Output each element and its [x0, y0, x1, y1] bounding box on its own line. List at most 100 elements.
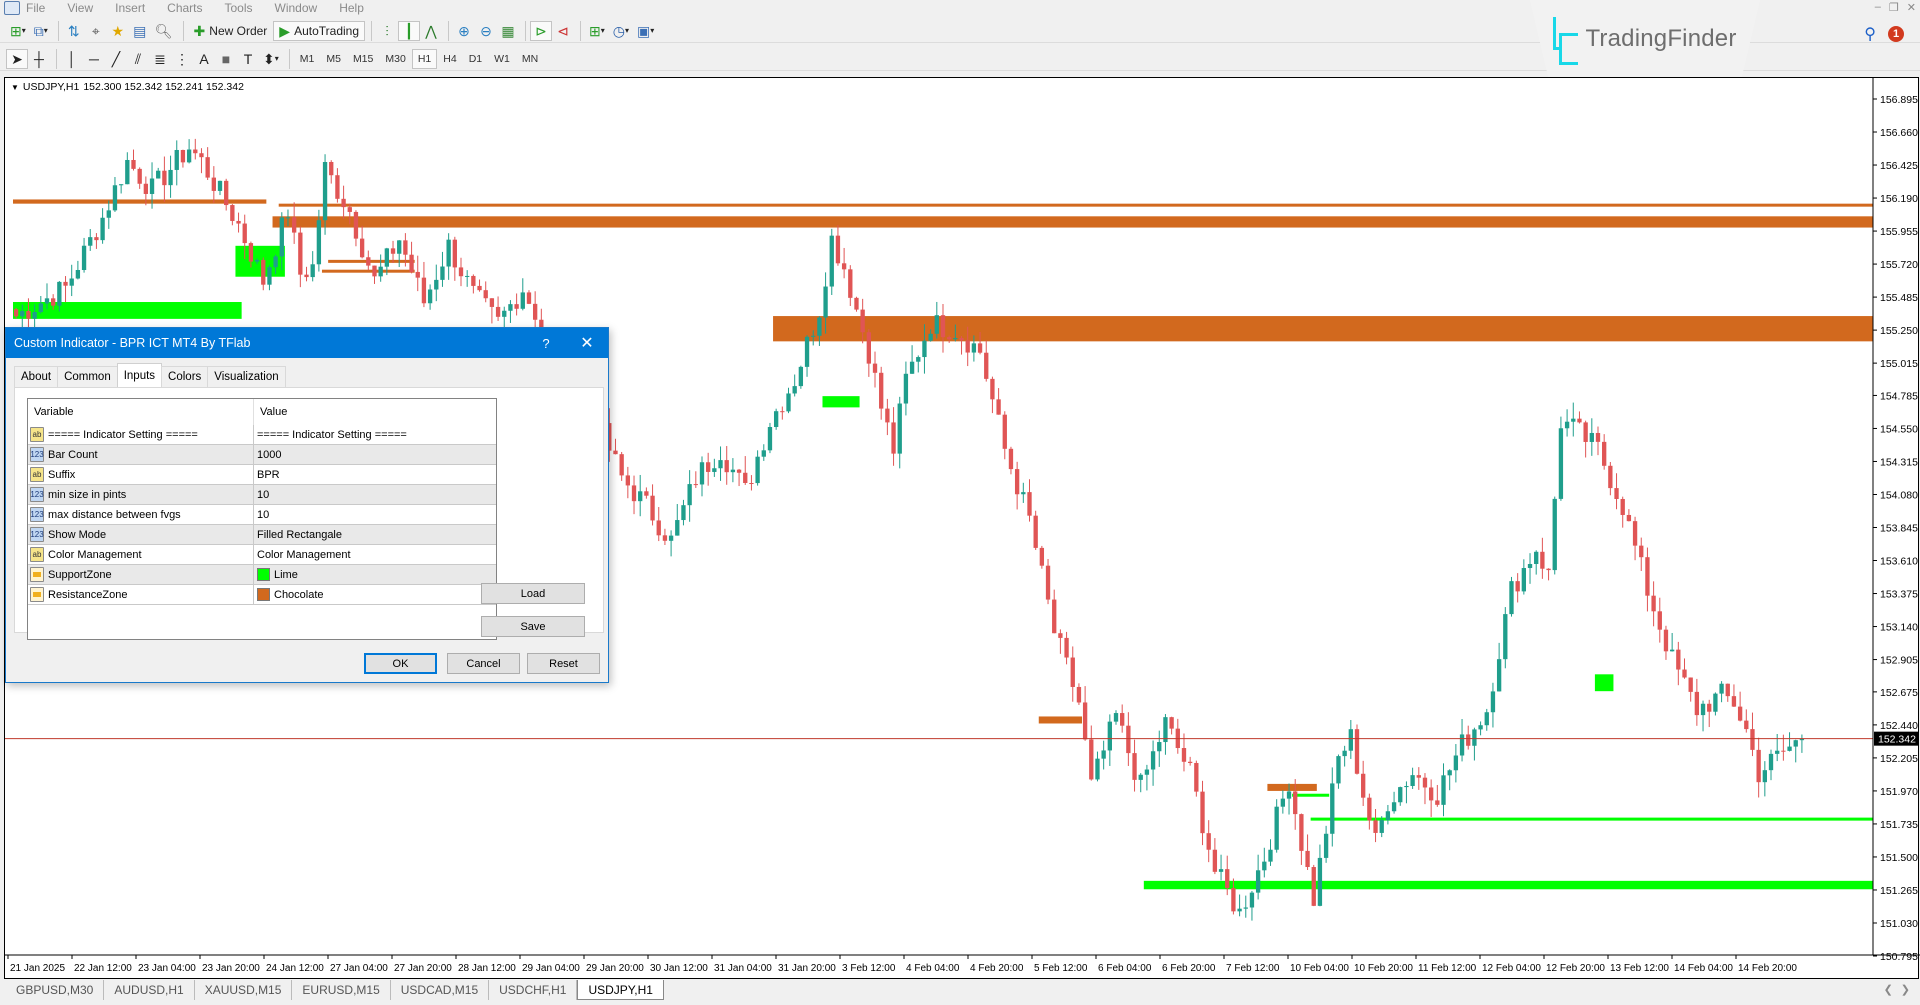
scroll-left-icon[interactable]: ❮: [1884, 983, 1893, 996]
tab-about[interactable]: About: [14, 366, 59, 387]
terminal-button[interactable]: ▤: [129, 21, 151, 41]
scroll-right-icon[interactable]: ❯: [1901, 983, 1910, 996]
time-tick-label: 13 Feb 12:00: [1610, 963, 1669, 974]
cursor-button[interactable]: ➤: [6, 48, 28, 69]
value-cell[interactable]: 10: [254, 505, 496, 524]
trendline-button[interactable]: ╱: [105, 49, 127, 69]
chart-shift-button[interactable]: ⊲: [552, 21, 574, 41]
market-watch-button[interactable]: ⇅: [63, 21, 85, 41]
input-row[interactable]: 123 min size in pints 10: [28, 485, 496, 505]
input-row[interactable]: ab Color Management Color Management: [28, 545, 496, 565]
candle-body: [699, 462, 705, 485]
value-cell[interactable]: Lime: [254, 565, 496, 584]
tab-audusd-h1[interactable]: AUDUSD,H1: [104, 980, 195, 1000]
line-chart-button[interactable]: ⋀: [420, 21, 442, 41]
menu-charts[interactable]: Charts: [167, 1, 202, 15]
text-button[interactable]: A: [193, 49, 215, 69]
new-chart-button[interactable]: ⊞ ▾: [6, 21, 30, 41]
tab-gbpusd-m30[interactable]: GBPUSD,M30: [6, 980, 105, 1000]
close-icon[interactable]: ✕: [1907, 1, 1916, 14]
value-cell[interactable]: 1000: [254, 445, 496, 464]
periods-button[interactable]: ◷ ▾: [609, 21, 633, 41]
dialog-close-button[interactable]: ✕: [566, 333, 608, 353]
candle-body: [693, 484, 698, 486]
timeframe-m1[interactable]: M1: [294, 49, 321, 69]
tab-usdchf-h1[interactable]: USDCHF,H1: [489, 980, 578, 1000]
fibo-fan-button[interactable]: ⋮: [171, 49, 193, 69]
save-button[interactable]: Save: [481, 616, 585, 637]
menu-view[interactable]: View: [67, 1, 93, 15]
time-tick-label: 24 Jan 12:00: [266, 963, 324, 974]
cancel-button[interactable]: Cancel: [447, 653, 520, 674]
zoom-out-button[interactable]: ⊖: [475, 21, 497, 41]
crosshair-button[interactable]: ┼: [28, 49, 50, 69]
timeframe-w1[interactable]: W1: [488, 49, 516, 69]
profiles-button[interactable]: ⧉ ▾: [30, 21, 52, 41]
vertical-line-button[interactable]: │: [61, 49, 83, 69]
autoscroll-button[interactable]: ⊳: [530, 20, 553, 41]
tab-usdjpy-h1[interactable]: USDJPY,H1: [577, 980, 664, 1000]
dialog-title-bar[interactable]: Custom Indicator - BPR ICT MT4 By TFlab …: [6, 328, 608, 358]
ok-button[interactable]: OK: [364, 653, 437, 674]
value-cell[interactable]: Color Management: [254, 545, 496, 564]
equidistant-channel-button[interactable]: ⫽: [127, 49, 149, 69]
tab-usdcad-m15[interactable]: USDCAD,M15: [391, 980, 490, 1000]
strategy-tester-button[interactable]: 🔍︎: [151, 21, 177, 41]
menu-insert[interactable]: Insert: [115, 1, 145, 15]
tab-xauusd-m15[interactable]: XAUUSD,M15: [195, 980, 293, 1000]
reset-button[interactable]: Reset: [527, 653, 600, 674]
value-cell[interactable]: Filled Rectangale: [254, 525, 496, 544]
tab-visualization[interactable]: Visualization: [207, 366, 286, 387]
load-button[interactable]: Load: [481, 583, 585, 604]
autotrading-button[interactable]: ▶ AutoTrading: [273, 20, 366, 41]
input-row[interactable]: 123 Show Mode Filled Rectangale: [28, 525, 496, 545]
tab-inputs[interactable]: Inputs: [116, 363, 163, 387]
new-order-button[interactable]: ✚ New Order: [188, 21, 274, 41]
templates-button[interactable]: ▣ ▾: [633, 21, 658, 41]
value-cell[interactable]: 10: [254, 485, 496, 504]
text-label-button[interactable]: T: [237, 49, 259, 69]
horizontal-line-button[interactable]: ─: [83, 49, 105, 69]
rectangle-button[interactable]: ■: [215, 49, 237, 69]
timeframe-m5[interactable]: M5: [320, 49, 347, 69]
input-row[interactable]: ab Suffix BPR: [28, 465, 496, 485]
bar-chart-button[interactable]: ⫶: [376, 21, 398, 41]
notification-badge[interactable]: 1: [1888, 26, 1904, 42]
candle-body: [100, 217, 105, 241]
help-button[interactable]: ?: [526, 336, 566, 351]
candle-body: [273, 256, 278, 268]
menu-tools[interactable]: Tools: [225, 1, 253, 15]
indicators-button[interactable]: ⊞ ▾: [585, 21, 609, 41]
input-row[interactable]: 123 max distance between fvgs 10: [28, 505, 496, 525]
value-cell[interactable]: ===== Indicator Setting =====: [254, 425, 496, 444]
arrows-button[interactable]: ⬍ ▾: [259, 49, 283, 69]
menu-window[interactable]: Window: [275, 1, 318, 15]
zoom-in-button[interactable]: ⊕: [453, 21, 475, 41]
input-row[interactable]: SupportZone Lime: [28, 565, 496, 585]
minimize-icon[interactable]: –: [1875, 1, 1881, 14]
timeframe-m30[interactable]: M30: [379, 49, 411, 69]
timeframe-h4[interactable]: H4: [437, 49, 462, 69]
candlestick-button[interactable]: ┃: [398, 20, 421, 41]
search-icon[interactable]: ⚲: [1864, 24, 1876, 44]
tab-eurusd-m15[interactable]: EURUSD,M15: [292, 980, 391, 1000]
restore-icon[interactable]: ❐: [1889, 1, 1899, 14]
menu-help[interactable]: Help: [339, 1, 364, 15]
timeframe-h1[interactable]: H1: [411, 48, 438, 69]
navigator-button[interactable]: ★: [107, 21, 129, 41]
value-cell[interactable]: Chocolate: [254, 585, 496, 604]
timeframe-mn[interactable]: MN: [516, 49, 544, 69]
tab-colors[interactable]: Colors: [161, 366, 209, 387]
input-row[interactable]: ResistanceZone Chocolate: [28, 585, 496, 605]
data-window-button[interactable]: ⌖: [85, 21, 107, 41]
fibonacci-icon: ≣: [154, 50, 166, 67]
value-cell[interactable]: BPR: [254, 465, 496, 484]
input-row[interactable]: ab ===== Indicator Setting ===== ===== Ind…: [28, 425, 496, 445]
tab-common[interactable]: Common: [57, 366, 118, 387]
input-row[interactable]: 123 Bar Count 1000: [28, 445, 496, 465]
tile-windows-button[interactable]: ▦: [497, 21, 519, 41]
menu-file[interactable]: File: [26, 1, 45, 15]
timeframe-m15[interactable]: M15: [347, 49, 379, 69]
fibonacci-button[interactable]: ≣: [149, 49, 171, 69]
timeframe-d1[interactable]: D1: [463, 49, 488, 69]
